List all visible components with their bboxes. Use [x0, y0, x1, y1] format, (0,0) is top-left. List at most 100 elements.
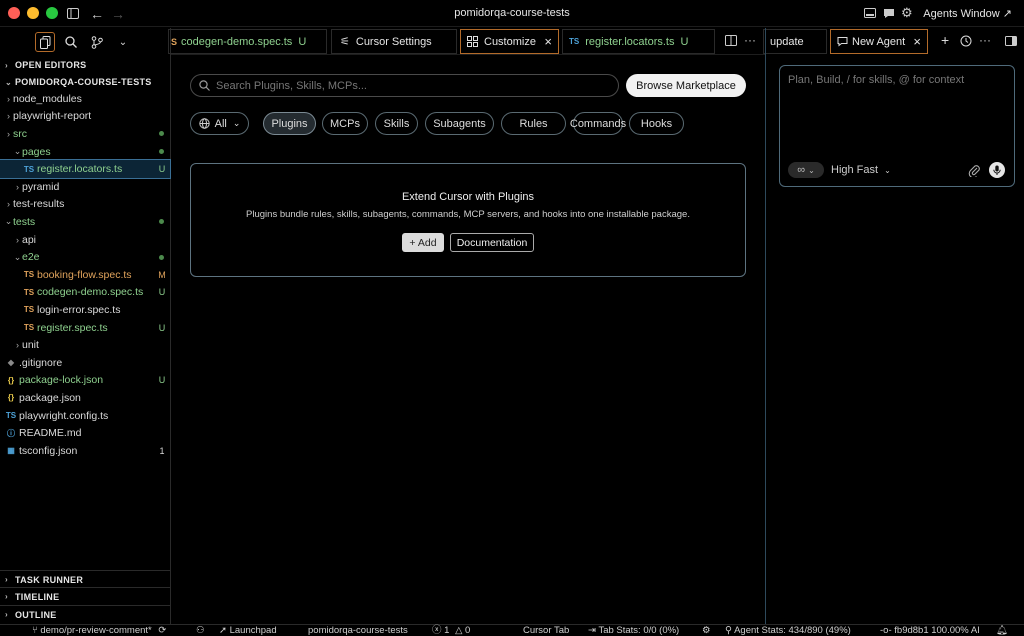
- cursor-tab-item[interactable]: Cursor Tab: [523, 625, 569, 636]
- sync-icon: ⟳: [158, 625, 167, 636]
- timeline-header[interactable]: › TIMELINE: [0, 587, 171, 605]
- launchpad-label: Launchpad: [229, 625, 277, 636]
- file-item[interactable]: TS codegen-demo.spec.ts U: [0, 284, 170, 302]
- file-item[interactable]: ▦ tsconfig.json 1: [0, 442, 170, 460]
- search-icon[interactable]: [61, 32, 81, 52]
- browse-marketplace-button[interactable]: Browse Marketplace: [626, 74, 746, 97]
- commit-icon: -o-: [880, 625, 892, 636]
- tree-item-label: playwright-report: [13, 110, 92, 123]
- accounts-icon[interactable]: ⚇: [196, 625, 205, 636]
- tree-item-label: tests: [13, 215, 36, 228]
- folder-item[interactable]: › src: [0, 125, 170, 143]
- tab-stats-item[interactable]: ⇥ Tab Stats: 0/0 (0%): [588, 625, 679, 636]
- git-branch-item[interactable]: ⑂ demo/pr-review-comment* ⟳: [32, 625, 166, 636]
- tree-item-label: login-error.spec.ts: [37, 303, 121, 316]
- search-field[interactable]: [190, 74, 619, 97]
- filter-chip-skills[interactable]: Skills: [375, 112, 418, 135]
- chevron-right-icon: ›: [7, 199, 10, 210]
- file-item[interactable]: ◆ .gitignore: [0, 354, 170, 372]
- agent-stats-item[interactable]: ⚲ Agent Stats: 434/890 (49%): [725, 625, 851, 636]
- microphone-button[interactable]: [989, 162, 1005, 178]
- chevron-down-icon: ⌄: [232, 118, 241, 128]
- filter-chip-commands[interactable]: Commands: [570, 112, 626, 135]
- filter-chip-hooks[interactable]: Hooks: [629, 112, 684, 135]
- filter-chip-mcps[interactable]: MCPs: [322, 112, 368, 135]
- attach-icon[interactable]: [968, 164, 980, 177]
- timeline-label: TIMELINE: [15, 591, 60, 602]
- outline-header[interactable]: › OUTLINE: [0, 605, 171, 623]
- git-status-badge: 1: [159, 445, 165, 456]
- notifications-icon[interactable]: 🔔︎: [996, 625, 1008, 636]
- filter-chip-subagents[interactable]: Subagents: [425, 112, 494, 135]
- explorer-icon[interactable]: [35, 32, 55, 52]
- bug-icon[interactable]: ⚙: [702, 625, 711, 636]
- agents-window-button[interactable]: Agents Window ↗: [923, 7, 1012, 20]
- typescript-file-icon: TS: [5, 411, 17, 421]
- file-item[interactable]: {} package-lock.json U: [0, 372, 170, 390]
- filter-all-label: All: [214, 117, 227, 130]
- tab-codegen-demo[interactable]: S codegen-demo.spec.ts U: [168, 29, 327, 54]
- tab-cursor-settings[interactable]: ⚟ Cursor Settings: [331, 29, 457, 54]
- folder-item[interactable]: › node_modules: [0, 90, 170, 108]
- agent-mode-toggle[interactable]: ∞ ⌄: [788, 162, 824, 178]
- folder-item[interactable]: ⌄ pages: [0, 143, 170, 161]
- open-editors-header[interactable]: › OPEN EDITORS: [0, 56, 171, 74]
- agent-stats-icon: ⚲: [725, 625, 732, 636]
- agent-prompt-input[interactable]: [788, 74, 1008, 144]
- task-runner-header[interactable]: › TASK RUNNER: [0, 570, 171, 588]
- tab-label: Customize: [484, 35, 536, 48]
- file-item[interactable]: TS booking-flow.spec.ts M: [0, 266, 170, 284]
- file-item[interactable]: TS playwright.config.ts: [0, 407, 170, 425]
- folder-item[interactable]: › unit: [0, 336, 170, 354]
- close-icon[interactable]: ×: [544, 34, 552, 49]
- branch-label: demo/pr-review-comment*: [40, 625, 152, 636]
- folder-item[interactable]: ⌄ tests: [0, 213, 170, 231]
- tree-item-label: .gitignore: [19, 356, 63, 369]
- file-item[interactable]: TS register.spec.ts U: [0, 319, 170, 337]
- split-editor-icon[interactable]: [725, 35, 737, 46]
- filter-all-dropdown[interactable]: All ⌄: [190, 112, 249, 135]
- file-item[interactable]: TS login-error.spec.ts: [0, 301, 170, 319]
- folder-item[interactable]: › test-results: [0, 196, 170, 214]
- launchpad-item[interactable]: ➚ Launchpad: [219, 625, 277, 636]
- gear-icon[interactable]: ⚙: [901, 5, 913, 21]
- add-plugin-button[interactable]: + Add: [402, 233, 444, 252]
- source-control-icon[interactable]: [87, 32, 107, 52]
- tab-label: Cursor Settings: [355, 35, 432, 48]
- chevron-down-icon: ⌄: [808, 165, 815, 175]
- chat-icon[interactable]: [883, 8, 895, 19]
- chevron-right-icon: ›: [16, 234, 19, 245]
- file-item[interactable]: TS register.locators.ts U: [0, 159, 171, 179]
- tab-register-locators[interactable]: TS register.locators.ts U: [562, 29, 715, 54]
- tab-label: codegen-demo.spec.ts: [181, 35, 293, 48]
- model-selector[interactable]: High Fast ⌄: [831, 164, 891, 176]
- commit-item[interactable]: -o- fb9d8b1 100.00% AI: [880, 625, 980, 636]
- layout-icon[interactable]: [864, 8, 876, 18]
- folder-item[interactable]: › playwright-report: [0, 108, 170, 126]
- folder-item[interactable]: › pyramid: [0, 178, 170, 196]
- tab-customize[interactable]: Customize ×: [460, 29, 559, 54]
- chevron-right-icon: ›: [5, 60, 8, 70]
- tree-item-label: src: [13, 127, 27, 140]
- more-actions-icon[interactable]: ···: [744, 33, 756, 47]
- project-name-item[interactable]: pomidorqa-course-tests: [308, 625, 408, 636]
- agent-stats-label: Agent Stats: 434/890 (49%): [734, 625, 851, 636]
- typescript-file-icon: TS: [23, 287, 35, 297]
- filter-chip-rules[interactable]: Rules: [501, 112, 566, 135]
- file-item[interactable]: {} package.json: [0, 389, 170, 407]
- warning-count: 0: [465, 625, 471, 636]
- documentation-button[interactable]: Documentation: [450, 233, 534, 252]
- search-input[interactable]: [216, 79, 606, 92]
- chevron-down-icon[interactable]: ⌄: [113, 32, 133, 52]
- file-item[interactable]: ⓘ README.md: [0, 424, 170, 442]
- chevron-down-icon: ⌄: [13, 251, 22, 262]
- project-header[interactable]: ⌄ POMIDORQA-COURSE-TESTS: [0, 73, 171, 91]
- sidebar-toolbar: ⌄: [0, 28, 171, 55]
- folder-item[interactable]: › api: [0, 231, 170, 249]
- typescript-file-icon: TS: [569, 37, 580, 46]
- filter-chip-plugins[interactable]: Plugins: [263, 112, 316, 135]
- commit-label: fb9d8b1 100.00% AI: [894, 625, 980, 636]
- folder-item[interactable]: ⌄ e2e: [0, 248, 170, 266]
- plugins-empty-card: Extend Cursor with Plugins Plugins bundl…: [190, 163, 746, 277]
- problems-item[interactable]: ⓧ 1 △ 0: [432, 625, 470, 636]
